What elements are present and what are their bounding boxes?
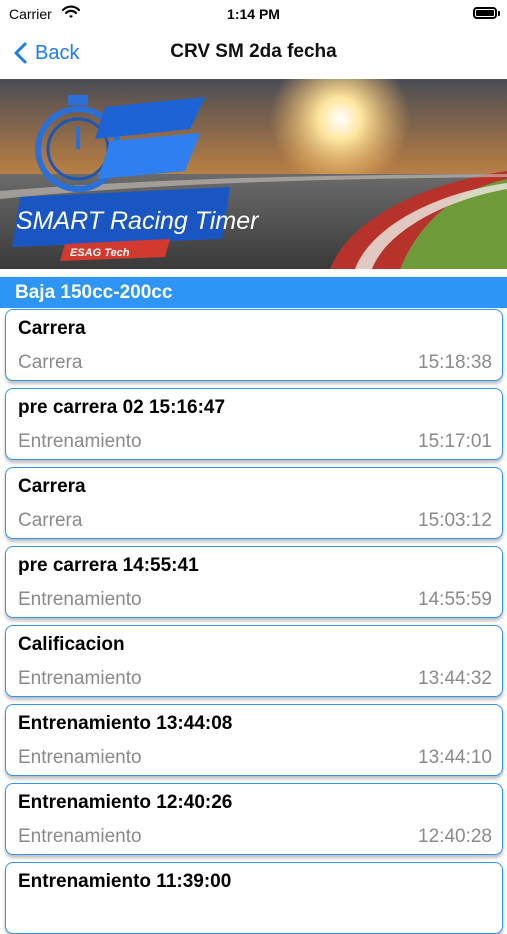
- session-card[interactable]: Calificacion Entrenamiento 13:44:32: [5, 625, 503, 697]
- status-time: 1:14 PM: [227, 6, 280, 22]
- session-time: 15:03:12: [418, 510, 492, 531]
- session-title: Calificacion: [18, 634, 125, 655]
- session-time: 12:40:28: [418, 826, 492, 847]
- session-time: 15:17:01: [418, 431, 492, 452]
- session-card[interactable]: Carrera Carrera 15:18:38: [5, 309, 503, 381]
- session-time: 14:55:59: [418, 589, 492, 610]
- session-title: Entrenamiento 11:39:00: [18, 871, 232, 892]
- session-type: Entrenamiento: [18, 826, 142, 847]
- session-time: 13:44:10: [418, 747, 492, 768]
- session-card[interactable]: Entrenamiento 12:40:26 Entrenamiento 12:…: [5, 783, 503, 855]
- session-type: Entrenamiento: [18, 668, 142, 689]
- banner-logo-text: SMART Racing Timer: [16, 207, 260, 235]
- session-type: Entrenamiento: [18, 589, 142, 610]
- session-title: pre carrera 02 15:16:47: [18, 397, 226, 418]
- session-type: Entrenamiento: [18, 431, 142, 452]
- battery-icon: [473, 7, 500, 19]
- session-type: Carrera: [18, 352, 83, 373]
- navigation-bar: Back CRV SM 2da fecha: [0, 30, 507, 76]
- status-bar: Carrier 1:14 PM: [0, 0, 507, 30]
- session-card[interactable]: Entrenamiento 11:39:00: [5, 862, 503, 934]
- session-card[interactable]: pre carrera 14:55:41 Entrenamiento 14:55…: [5, 546, 503, 618]
- session-time: 15:18:38: [418, 352, 492, 373]
- session-title: Carrera: [18, 476, 86, 497]
- page-title: CRV SM 2da fecha: [170, 41, 337, 62]
- session-card[interactable]: Entrenamiento 13:44:08 Entrenamiento 13:…: [5, 704, 503, 776]
- session-type: Entrenamiento: [18, 747, 142, 768]
- session-title: Carrera: [18, 318, 86, 339]
- session-title: pre carrera 14:55:41: [18, 555, 199, 576]
- banner-logo-subtext: ESAG Tech: [70, 247, 130, 259]
- session-time: 13:44:32: [418, 668, 492, 689]
- session-title: Entrenamiento 12:40:26: [18, 792, 233, 813]
- session-type: Carrera: [18, 510, 83, 531]
- session-title: Entrenamiento 13:44:08: [18, 713, 233, 734]
- session-card[interactable]: Carrera Carrera 15:03:12: [5, 467, 503, 539]
- banner-image: SMART Racing Timer ESAG Tech: [0, 79, 507, 269]
- session-card[interactable]: pre carrera 02 15:16:47 Entrenamiento 15…: [5, 388, 503, 460]
- section-header: Baja 150cc-200cc: [0, 277, 507, 308]
